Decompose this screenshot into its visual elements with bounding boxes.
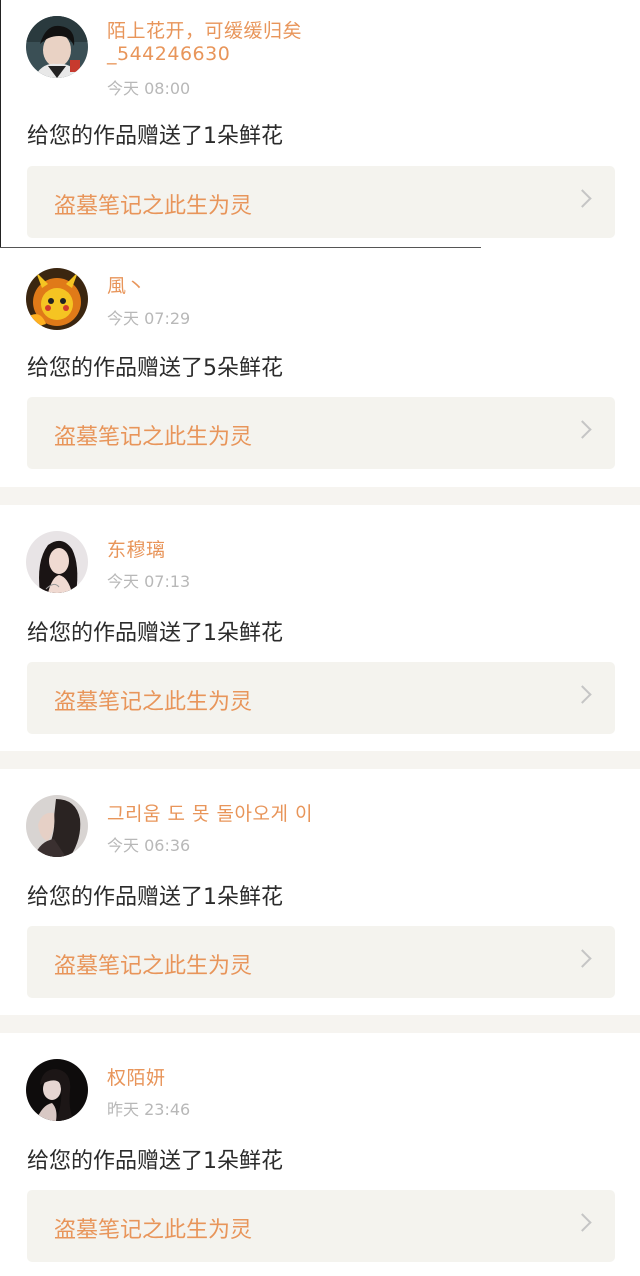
username-line: _544246630 <box>107 43 231 65</box>
chevron-right-icon <box>573 685 592 704</box>
chevron-right-icon <box>573 1213 592 1232</box>
avatar[interactable] <box>26 16 88 78</box>
work-title: 盗墓笔记之此生为灵 <box>54 425 253 450</box>
section-divider <box>0 487 640 505</box>
avatar[interactable] <box>26 531 88 593</box>
username[interactable]: 陌上花开，可缓缓归矣 _544246630 <box>107 20 302 66</box>
timestamp: 昨天 23:46 <box>107 1100 191 1119</box>
avatar-woman-portrait-icon <box>26 531 88 593</box>
work-title: 盗墓笔记之此生为灵 <box>54 194 253 219</box>
avatar[interactable] <box>26 795 88 857</box>
notification-card: 風丶 今天 07:29 给您的作品赠送了5朵鲜花 盗墓笔记之此生为灵 <box>0 248 640 488</box>
section-divider <box>0 751 640 769</box>
notification-card: 그리움 도 못 돌아오게 이 今天 06:36 给您的作品赠送了1朵鲜花 盗墓笔… <box>0 769 640 1015</box>
notification-card: 权陌妍 昨天 23:46 给您的作品赠送了1朵鲜花 盗墓笔记之此生为灵 <box>0 1033 640 1276</box>
timestamp: 今天 08:00 <box>107 79 191 98</box>
username[interactable]: 風丶 <box>107 275 146 298</box>
work-link[interactable]: 盗墓笔记之此生为灵 <box>27 166 615 238</box>
work-title: 盗墓笔记之此生为灵 <box>54 954 253 979</box>
gift-message: 给您的作品赠送了1朵鲜花 <box>27 124 283 149</box>
work-link[interactable]: 盗墓笔记之此生为灵 <box>27 1190 615 1262</box>
section-divider <box>0 1015 640 1033</box>
username-line: 陌上花开，可缓缓归矣 <box>107 20 303 42</box>
timestamp: 今天 07:29 <box>107 309 191 328</box>
username[interactable]: 东穆璃 <box>107 539 166 562</box>
chevron-right-icon <box>573 420 592 439</box>
chevron-right-icon <box>573 189 592 208</box>
username[interactable]: 그리움 도 못 돌아오게 이 <box>107 803 313 826</box>
work-link[interactable]: 盗墓笔记之此生为灵 <box>27 926 615 998</box>
avatar[interactable] <box>26 1059 88 1121</box>
avatar-pikachu-fire-icon <box>26 268 88 330</box>
avatar[interactable] <box>26 268 88 330</box>
notification-card: 陌上花开，可缓缓归矣 _544246630 今天 08:00 给您的作品赠送了1… <box>0 0 640 247</box>
gift-message: 给您的作品赠送了1朵鲜花 <box>27 1149 283 1174</box>
timestamp: 今天 07:13 <box>107 572 191 591</box>
chevron-right-icon <box>573 949 592 968</box>
work-title: 盗墓笔记之此生为灵 <box>54 690 253 715</box>
work-link[interactable]: 盗墓笔记之此生为灵 <box>27 397 615 469</box>
avatar-dark-hair-boy-icon <box>26 16 88 78</box>
gift-message: 给您的作品赠送了1朵鲜花 <box>27 885 283 910</box>
notification-card: 东穆璃 今天 07:13 给您的作品赠送了1朵鲜花 盗墓笔记之此生为灵 <box>0 505 640 751</box>
avatar-woman-profile-icon <box>26 795 88 857</box>
timestamp: 今天 06:36 <box>107 836 191 855</box>
work-title: 盗墓笔记之此生为灵 <box>54 1218 253 1243</box>
work-link[interactable]: 盗墓笔记之此生为灵 <box>27 662 615 734</box>
avatar-dark-portrait-icon <box>26 1059 88 1121</box>
gift-message: 给您的作品赠送了5朵鲜花 <box>27 356 283 381</box>
username[interactable]: 权陌妍 <box>107 1067 166 1090</box>
gift-message: 给您的作品赠送了1朵鲜花 <box>27 621 283 646</box>
